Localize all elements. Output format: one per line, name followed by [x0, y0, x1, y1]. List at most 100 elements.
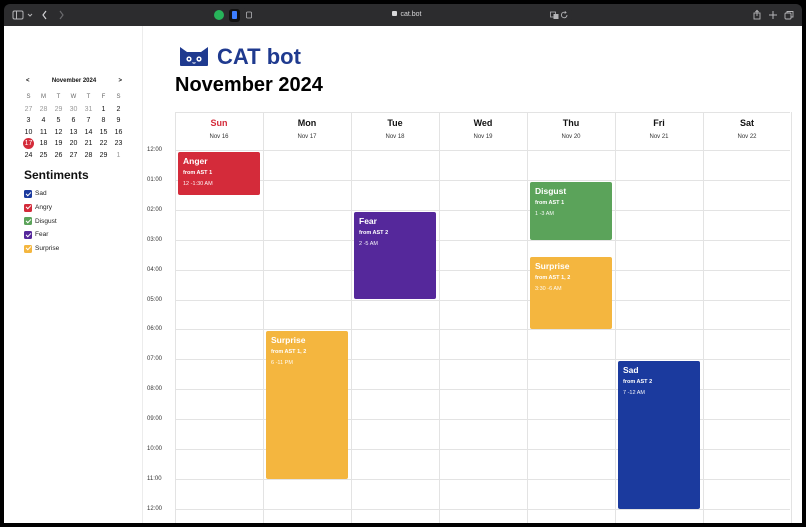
day-number: 31	[84, 105, 93, 113]
weekday-label: M	[41, 94, 46, 100]
mini-calendar-day[interactable]: 19	[51, 138, 66, 150]
day-number: 8	[101, 117, 106, 124]
checkbox-icon[interactable]	[24, 217, 32, 226]
day-header-sun[interactable]: Sun Nov 16	[175, 112, 263, 150]
mini-calendar-next-button[interactable]: >	[118, 78, 122, 84]
mini-calendar-day[interactable]: 2	[111, 104, 126, 116]
hour-line	[175, 269, 790, 271]
day-name: Tue	[387, 118, 403, 128]
plus-icon[interactable]	[768, 8, 778, 22]
document-extension-icon[interactable]	[229, 9, 240, 22]
mini-calendar-day[interactable]: 27	[21, 104, 36, 116]
mini-calendar-day[interactable]: 7	[81, 115, 96, 127]
mini-calendar-day[interactable]: 20	[66, 138, 81, 150]
mini-calendar-day[interactable]: 10	[21, 127, 36, 139]
day-header-mon[interactable]: Mon Nov 17	[263, 112, 351, 150]
hour-line	[175, 239, 790, 241]
sentiment-filter-angry[interactable]: Angry	[24, 201, 59, 215]
mini-calendar-day[interactable]: 8	[96, 115, 111, 127]
tabs-icon[interactable]	[784, 8, 794, 22]
mini-calendar-week: 10 11 12 13 14 15 16	[21, 127, 126, 139]
mini-calendar-day[interactable]: 14	[81, 127, 96, 139]
sentiment-filter-disgust[interactable]: Disgust	[24, 214, 59, 228]
mini-calendar-day[interactable]: 21	[81, 138, 96, 150]
mini-calendar-day[interactable]: 1	[96, 104, 111, 116]
sidebar-icon[interactable]	[12, 8, 24, 22]
time-label: 07:00	[147, 356, 163, 363]
mini-calendar-day[interactable]: 11	[36, 127, 51, 139]
event-time: 1 -3 AM	[535, 210, 554, 217]
mini-calendar-day[interactable]: 31	[81, 104, 96, 116]
mini-calendar-day[interactable]: 22	[96, 138, 111, 150]
mini-calendar-grid: S M T W T F S 27 28 29 30 31 1 2 3 4 5 6 7 8 9 10 11 12 13 14 15 16…	[21, 92, 126, 161]
extension-icon[interactable]	[214, 10, 224, 20]
mini-calendar-day[interactable]: 12	[51, 127, 66, 139]
day-header-thu[interactable]: Thu Nov 20	[527, 112, 615, 150]
chevron-down-icon[interactable]	[26, 8, 34, 22]
mini-calendar-day[interactable]: 29	[51, 104, 66, 116]
mini-calendar-day[interactable]: 27	[66, 150, 81, 162]
address-bar[interactable]: cat.bot	[242, 8, 572, 22]
day-date: Nov 21	[649, 134, 669, 140]
event-sad[interactable]: Sad from AST 2 7 -12 AM	[618, 361, 700, 509]
day-header-fri[interactable]: Fri Nov 21	[615, 112, 703, 150]
day-number: 30	[69, 105, 78, 113]
mini-calendar-day[interactable]: 30	[66, 104, 81, 116]
checkbox-icon[interactable]	[24, 203, 32, 212]
day-header-sat[interactable]: Sat Nov 22	[703, 112, 791, 150]
mini-calendar-day[interactable]: 4	[36, 115, 51, 127]
mini-calendar-day[interactable]: 13	[66, 127, 81, 139]
mini-calendar-week: 27 28 29 30 31 1 2	[21, 104, 126, 116]
mini-calendar-day[interactable]: 5	[51, 115, 66, 127]
checkbox-icon[interactable]	[24, 244, 32, 253]
mini-calendar-day[interactable]: 23	[111, 138, 126, 150]
day-header-wed[interactable]: Wed Nov 19	[439, 112, 527, 150]
sentiments-title: Sentiments	[24, 168, 89, 182]
translate-icon[interactable]	[550, 8, 559, 22]
day-name: Fri	[653, 118, 665, 128]
weekday-label: S	[116, 94, 121, 100]
chevron-right-icon[interactable]	[56, 8, 66, 22]
event-fear[interactable]: Fear from AST 2 2 -5 AM	[354, 211, 436, 300]
checkbox-icon[interactable]	[24, 230, 32, 239]
share-icon[interactable]	[752, 8, 762, 22]
mini-calendar-day[interactable]: 9	[111, 115, 126, 127]
event-anger[interactable]: Anger from AST 1 12 -1:30 AM	[178, 152, 260, 195]
event-surprise[interactable]: Surprise from AST 1, 2 3:30 -6 AM	[530, 256, 612, 330]
lock-icon	[392, 11, 398, 16]
sentiment-label: Sad	[35, 190, 47, 198]
day-number: 20	[69, 140, 78, 147]
mini-calendar-day[interactable]: 6	[66, 115, 81, 127]
day-number: 9	[116, 117, 121, 124]
day-header-tue[interactable]: Tue Nov 18	[351, 112, 439, 150]
event-surprise[interactable]: Surprise from AST 1, 2 6 -11 PM	[266, 331, 348, 479]
sentiment-filter-surprise[interactable]: Surprise	[24, 242, 59, 256]
mini-calendar-day[interactable]: 28	[81, 150, 96, 162]
mini-calendar-day[interactable]: 28	[36, 104, 51, 116]
mini-calendar-day[interactable]: 26	[51, 150, 66, 162]
mini-calendar-day[interactable]: 24	[21, 150, 36, 162]
mini-calendar-day[interactable]: 3	[21, 115, 36, 127]
grid-column-line	[175, 112, 176, 523]
checkbox-icon[interactable]	[24, 189, 32, 198]
sentiment-filter-fear[interactable]: Fear	[24, 228, 59, 242]
mini-calendar-day[interactable]: 25	[36, 150, 51, 162]
mini-calendar-day[interactable]: 16	[111, 127, 126, 139]
day-date: Nov 20	[561, 134, 581, 140]
event-title: Fear	[359, 215, 377, 226]
mini-calendar-day[interactable]: 18	[36, 138, 51, 150]
mini-calendar-day[interactable]: 1	[111, 150, 126, 162]
time-label: 03:00	[147, 236, 163, 243]
reload-icon[interactable]	[560, 8, 569, 22]
day-number: 28	[84, 151, 93, 159]
day-number: 1	[101, 105, 106, 113]
day-number: 26	[54, 151, 63, 159]
mini-calendar-day[interactable]: 15	[96, 127, 111, 139]
event-disgust[interactable]: Disgust from AST 1 1 -3 AM	[530, 181, 612, 240]
mini-calendar-today[interactable]: 17	[21, 138, 36, 150]
page-title: November 2024	[175, 74, 323, 96]
time-label: 09:00	[147, 416, 163, 423]
sentiment-filter-sad[interactable]: Sad	[24, 187, 59, 201]
chevron-left-icon[interactable]	[40, 8, 50, 22]
mini-calendar-day[interactable]: 29	[96, 150, 111, 162]
